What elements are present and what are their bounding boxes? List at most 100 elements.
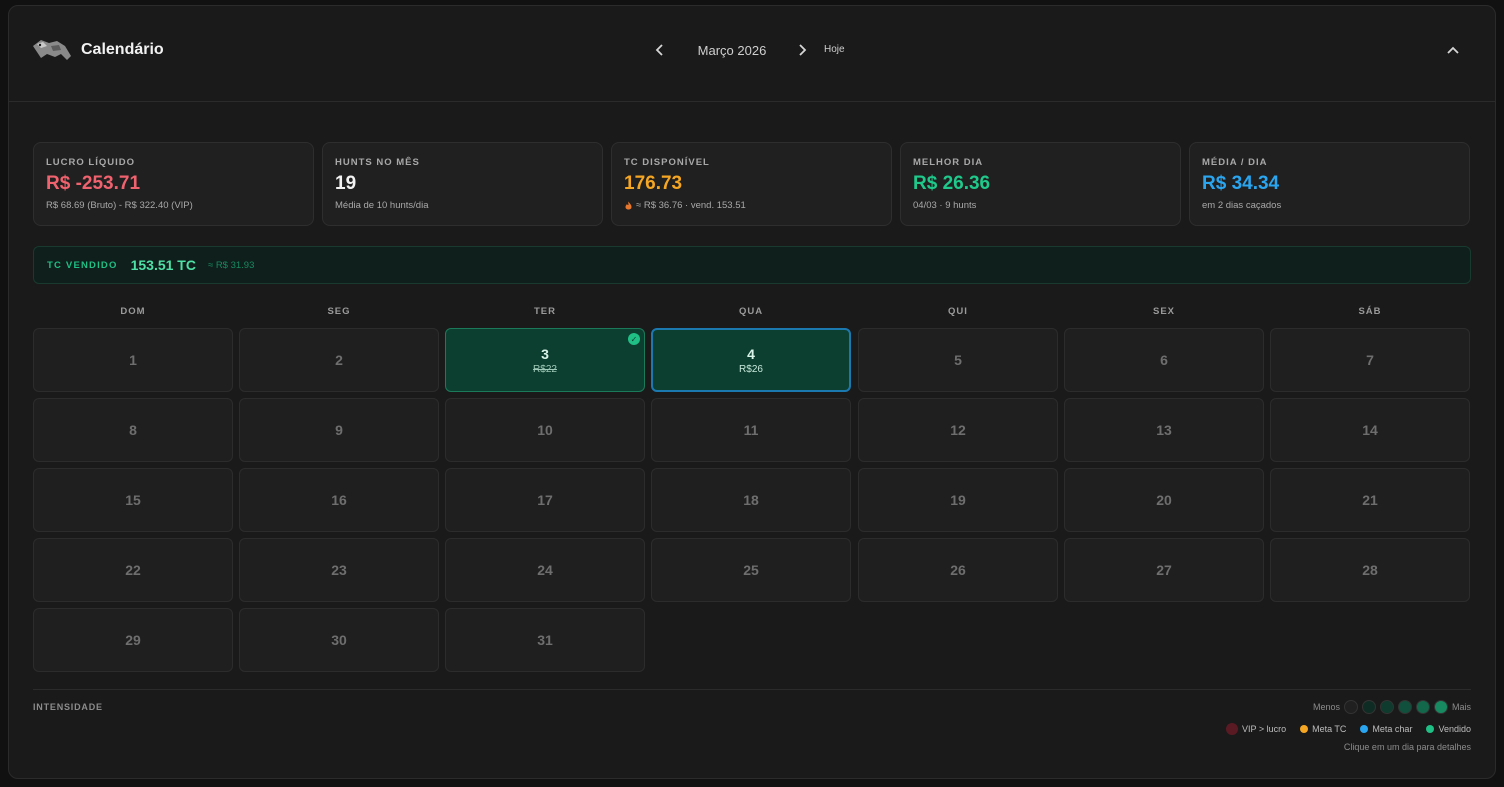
calendar-day[interactable]: 31 [445,608,645,672]
calendar-day[interactable]: 27 [1064,538,1264,602]
intensity-swatch [1361,700,1376,714]
fire-icon [625,201,632,210]
today-button[interactable]: Hoje [824,44,845,55]
calendar-day[interactable]: 22 [33,538,233,602]
calendar-day[interactable]: 24 [445,538,645,602]
scale-less-label: Menos [1312,702,1340,712]
stat-card-average-per-day: MÉDIA / DIA R$ 34.34 em 2 dias caçados [1189,142,1470,226]
collapse-button[interactable] [1443,40,1463,60]
calendar-day[interactable]: 10 [445,398,645,462]
calendar-day[interactable]: 14 [1270,398,1470,462]
calendar-day[interactable]: 4 R$26 [651,328,851,392]
legend-dot [1426,725,1435,733]
weekday-header: QUI [948,306,968,317]
status-legend: VIP > lucro Meta TC Meta char Vendido [1216,723,1471,735]
calendar-day[interactable]: 30 [239,608,439,672]
day-number: 23 [331,562,347,578]
calendar-day[interactable]: 28 [1270,538,1470,602]
click-hint: Clique em um dia para detalhes [1343,742,1471,752]
chevron-up-icon [1447,46,1459,54]
day-number: 28 [1362,562,1378,578]
weekday-header: TER [534,306,556,317]
stat-card-hunts: HUNTS NO MÊS 19 Média de 10 hunts/dia [322,142,603,226]
stat-value: R$ -253.71 [46,173,141,194]
calendar-day[interactable]: 25 [651,538,851,602]
calendar-header: Calendário Março 2026 Hoje [9,6,1495,102]
creature-logo-icon [33,40,71,60]
day-number: 15 [125,492,141,508]
legend-item-vip: VIP > lucro [1225,723,1287,735]
intensity-scale: Menos Mais [1313,700,1471,714]
calendar-day[interactable]: 8 [33,398,233,462]
stat-label: MELHOR DIA [913,157,984,168]
legend-item-sold: Vendido [1426,724,1471,734]
legend-item-meta-char: Meta char [1360,724,1412,734]
day-number: 20 [1156,492,1172,508]
stat-label: HUNTS NO MÊS [335,157,420,168]
day-number: 9 [335,422,343,438]
calendar-day[interactable]: 18 [651,468,851,532]
weekday-header: SEG [327,306,351,317]
calendar-day[interactable]: 6 [1064,328,1264,392]
stat-subtext: Média de 10 hunts/dia [335,200,429,211]
day-number: 17 [537,492,553,508]
day-number: 19 [950,492,966,508]
stat-subtext: R$ 68.69 (Bruto) - R$ 322.40 (VIP) [46,200,193,211]
stat-label: LUCRO LÍQUIDO [46,157,135,168]
calendar-day[interactable]: 17 [445,468,645,532]
calendar-day[interactable]: 13 [1064,398,1264,462]
calendar-day[interactable]: 11 [651,398,851,462]
weekday-header: DOM [120,306,146,317]
calendar-day[interactable]: 5 [858,328,1058,392]
calendar-day[interactable]: 29 [33,608,233,672]
stat-value: R$ 34.34 [1202,173,1280,194]
tc-sold-banner: TC VENDIDO 153.51 TC ≈ R$ 31.93 [33,246,1471,284]
day-number: 10 [537,422,553,438]
stat-label: MÉDIA / DIA [1202,157,1268,168]
calendar-day[interactable]: 20 [1064,468,1264,532]
legend-dot [1300,725,1309,733]
stat-card-best-day: MELHOR DIA R$ 26.36 04/03 · 9 hunts [900,142,1181,226]
day-number: 16 [331,492,347,508]
stat-card-net-profit: LUCRO LÍQUIDO R$ -253.71 R$ 68.69 (Bruto… [33,142,314,226]
day-number: 21 [1362,492,1378,508]
calendar-day[interactable]: 3 R$22 ✓ [445,328,645,392]
calendar-day[interactable]: 7 [1270,328,1470,392]
day-number: 1 [129,352,137,368]
calendar-day[interactable]: 26 [858,538,1058,602]
intensity-swatch [1379,700,1394,714]
day-number: 6 [1160,352,1168,368]
calendar-day[interactable]: 23 [239,538,439,602]
calendar-day[interactable]: 2 [239,328,439,392]
stat-value: 176.73 [624,173,683,194]
calendar-day[interactable]: 15 [33,468,233,532]
legend-dot [1360,725,1369,733]
day-number: 2 [335,352,343,368]
day-number: 7 [1366,352,1374,368]
day-number: 13 [1156,422,1172,438]
calendar-day[interactable]: 9 [239,398,439,462]
page-title: Calendário [81,41,164,58]
calendar-day[interactable]: 21 [1270,468,1470,532]
day-number: 26 [950,562,966,578]
calendar-day[interactable]: 12 [858,398,1058,462]
calendar-day[interactable]: 19 [858,468,1058,532]
intensity-swatch [1433,700,1448,714]
day-number: 29 [125,632,141,648]
next-month-button[interactable] [792,40,812,60]
calendar-day[interactable]: 16 [239,468,439,532]
intensity-swatch [1415,700,1430,714]
stat-card-tc-available: TC DISPONÍVEL 176.73 ≈ R$ 36.76 · vend. … [611,142,892,226]
prev-month-button[interactable] [650,40,670,60]
legend-label: VIP > lucro [1241,724,1287,734]
calendar-day[interactable]: 1 [33,328,233,392]
chevron-right-icon [799,44,807,56]
scale-more-label: Mais [1451,702,1471,712]
day-number: 31 [537,632,553,648]
legend-label: Meta char [1372,724,1413,734]
weekday-header: SÁB [1358,306,1382,317]
day-number: 27 [1156,562,1172,578]
tc-sold-approx: ≈ R$ 31.93 [207,259,255,271]
stat-subtext: em 2 dias caçados [1202,200,1282,211]
checkmark-icon: ✓ [628,333,640,345]
